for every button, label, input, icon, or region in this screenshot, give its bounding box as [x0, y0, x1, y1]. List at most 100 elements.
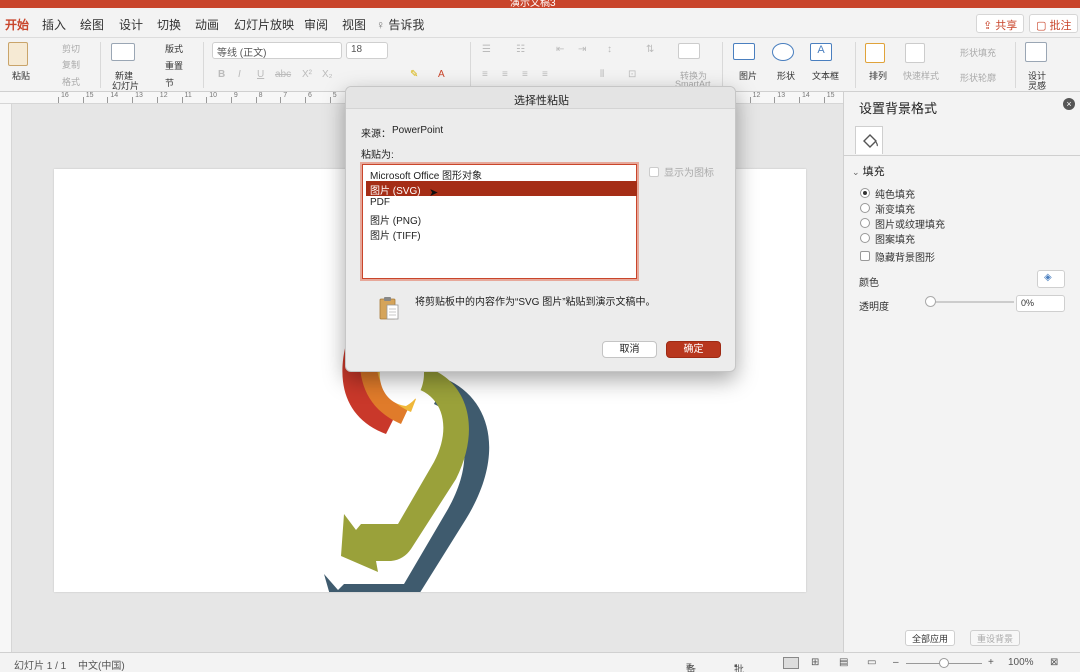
font-size-select[interactable]: 18	[346, 42, 388, 59]
zoom-out-icon[interactable]: –	[893, 657, 899, 668]
paste-label[interactable]: 粘贴	[12, 69, 30, 82]
design-ideas-icon[interactable]	[1025, 42, 1047, 62]
align-text-icon[interactable]: ⊡	[628, 69, 636, 80]
align-left-icon[interactable]: ≡	[482, 69, 488, 80]
outdent-icon[interactable]: ⇥	[578, 44, 586, 55]
smartart-icon[interactable]	[678, 43, 700, 59]
reading-view-icon[interactable]: ▤	[839, 657, 848, 668]
arrange-icon[interactable]	[865, 43, 885, 63]
align-right-icon[interactable]: ≡	[522, 69, 528, 80]
transparency-slider-track[interactable]	[930, 301, 1014, 303]
tab-animations[interactable]: 动画	[195, 16, 219, 33]
copy-button[interactable]: 复制	[62, 58, 80, 71]
strikethrough-button[interactable]: abc	[275, 69, 291, 80]
zoom-level[interactable]: 100%	[1008, 657, 1034, 668]
fill-tab[interactable]	[855, 126, 883, 154]
slide-sorter-icon[interactable]: ⊞	[811, 657, 819, 668]
radio-button[interactable]	[860, 203, 870, 213]
list-item-selected[interactable]: 图片 (SVG)	[366, 181, 637, 197]
pattern-fill-label: 图案填充	[875, 234, 915, 246]
textbox-icon[interactable]: A	[810, 43, 832, 61]
picture-icon[interactable]	[733, 43, 755, 60]
numbering-icon[interactable]: ☷	[516, 44, 525, 55]
apply-all-button[interactable]: 全部应用	[905, 630, 956, 646]
hide-bg-graphics-option[interactable]: 隐藏背景图形	[860, 249, 935, 264]
font-color-icon[interactable]: A	[438, 69, 445, 80]
tab-draw[interactable]: 绘图	[80, 16, 104, 33]
checkbox[interactable]	[649, 166, 659, 177]
arrange-label[interactable]: 排列	[869, 69, 887, 82]
display-as-icon-option[interactable]: 显示为图标	[649, 164, 714, 179]
ruler-tick	[305, 97, 306, 103]
language-indicator[interactable]: 中文(中国)	[78, 657, 125, 672]
radio-button[interactable]	[860, 218, 870, 228]
format-painter-button[interactable]: 格式	[62, 75, 80, 88]
tab-view[interactable]: 视图	[342, 16, 366, 33]
tab-design[interactable]: 设计	[119, 16, 143, 33]
indent-icon[interactable]: ⇤	[556, 44, 564, 55]
slideshow-icon[interactable]: ▭	[867, 657, 876, 668]
color-picker-button[interactable]: ◈	[1037, 270, 1065, 288]
list-item[interactable]: 图片 (TIFF)	[366, 226, 637, 242]
design-ideas-label-2[interactable]: 灵感	[1028, 79, 1046, 92]
bullets-icon[interactable]: ☰	[482, 44, 491, 55]
layout-button[interactable]: 版式	[165, 42, 183, 55]
section-button[interactable]: 节	[165, 76, 174, 89]
close-icon[interactable]: ×	[1063, 98, 1075, 110]
new-slide-label-2[interactable]: 幻灯片	[112, 79, 139, 92]
shape-label[interactable]: 形状	[777, 69, 795, 82]
radio-button[interactable]	[860, 188, 870, 198]
comments-button[interactable]: ▢ 批注	[1029, 14, 1079, 33]
italic-button[interactable]: I	[238, 69, 241, 80]
fill-section-header[interactable]: ⌄ 填充	[852, 163, 885, 179]
transparency-slider-knob[interactable]	[925, 296, 936, 307]
list-item[interactable]: 图片 (PNG)	[366, 211, 637, 227]
ok-button[interactable]: 确定	[666, 341, 721, 358]
tab-tell-me[interactable]: ♀ 告诉我	[376, 16, 424, 33]
cancel-button[interactable]: 取消	[602, 341, 657, 358]
checkbox[interactable]	[860, 251, 870, 261]
transparency-input[interactable]: 0%	[1016, 295, 1065, 312]
text-direction-icon[interactable]: ⇅	[646, 44, 654, 55]
font-name-select[interactable]: 等线 (正文)	[212, 42, 342, 59]
line-spacing-icon[interactable]: ↕	[607, 44, 612, 55]
solid-fill-option[interactable]: 纯色填充	[860, 186, 915, 201]
picture-texture-fill-option[interactable]: 图片或纹理填充	[860, 216, 945, 231]
textbox-label[interactable]: 文本框	[812, 69, 839, 82]
quick-styles-icon[interactable]	[905, 43, 925, 63]
normal-view-button[interactable]	[783, 657, 799, 669]
reset-background-button[interactable]: 重设背景	[970, 630, 1021, 646]
shape-icon[interactable]	[772, 43, 794, 61]
underline-button[interactable]: U	[257, 69, 264, 80]
columns-icon[interactable]: ⫴	[600, 69, 604, 80]
superscript-button[interactable]: X²	[302, 69, 312, 80]
paste-icon[interactable]	[8, 42, 28, 66]
tab-review[interactable]: 审阅	[304, 16, 328, 33]
paste-as-listbox[interactable]: Microsoft Office 图形对象 图片 (SVG) PDF 图片 (P…	[360, 162, 639, 281]
zoom-in-icon[interactable]: +	[988, 657, 994, 668]
justify-icon[interactable]: ≡	[542, 69, 548, 80]
align-center-icon[interactable]: ≡	[502, 69, 508, 80]
picture-label[interactable]: 图片	[739, 69, 757, 82]
fit-to-window-icon[interactable]: ⊠	[1050, 657, 1058, 668]
gradient-fill-option[interactable]: 渐变填充	[860, 201, 915, 216]
tab-transitions[interactable]: 切换	[157, 16, 181, 33]
tab-insert[interactable]: 插入	[42, 16, 66, 33]
reset-button[interactable]: 重置	[165, 59, 183, 72]
share-button[interactable]: ⇪ 共享	[976, 14, 1025, 33]
tab-slideshow[interactable]: 幻灯片放映	[234, 16, 294, 33]
radio-button[interactable]	[860, 233, 870, 243]
list-item[interactable]: PDF	[366, 196, 637, 211]
pattern-fill-option[interactable]: 图案填充	[860, 231, 915, 246]
quick-styles-label[interactable]: 快速样式	[903, 69, 939, 82]
shape-outline-button[interactable]: 形状轮廓	[960, 71, 996, 84]
tab-home[interactable]: 开始	[5, 16, 30, 40]
shape-fill-button[interactable]: 形状填充	[960, 46, 996, 59]
list-item[interactable]: Microsoft Office 图形对象	[366, 166, 637, 182]
bold-button[interactable]: B	[218, 69, 225, 80]
highlight-icon[interactable]: ✎	[410, 69, 418, 80]
subscript-button[interactable]: X₂	[322, 69, 333, 80]
cut-button[interactable]: 剪切	[62, 42, 80, 55]
new-slide-icon[interactable]	[111, 43, 135, 61]
zoom-slider-knob[interactable]	[939, 658, 949, 668]
